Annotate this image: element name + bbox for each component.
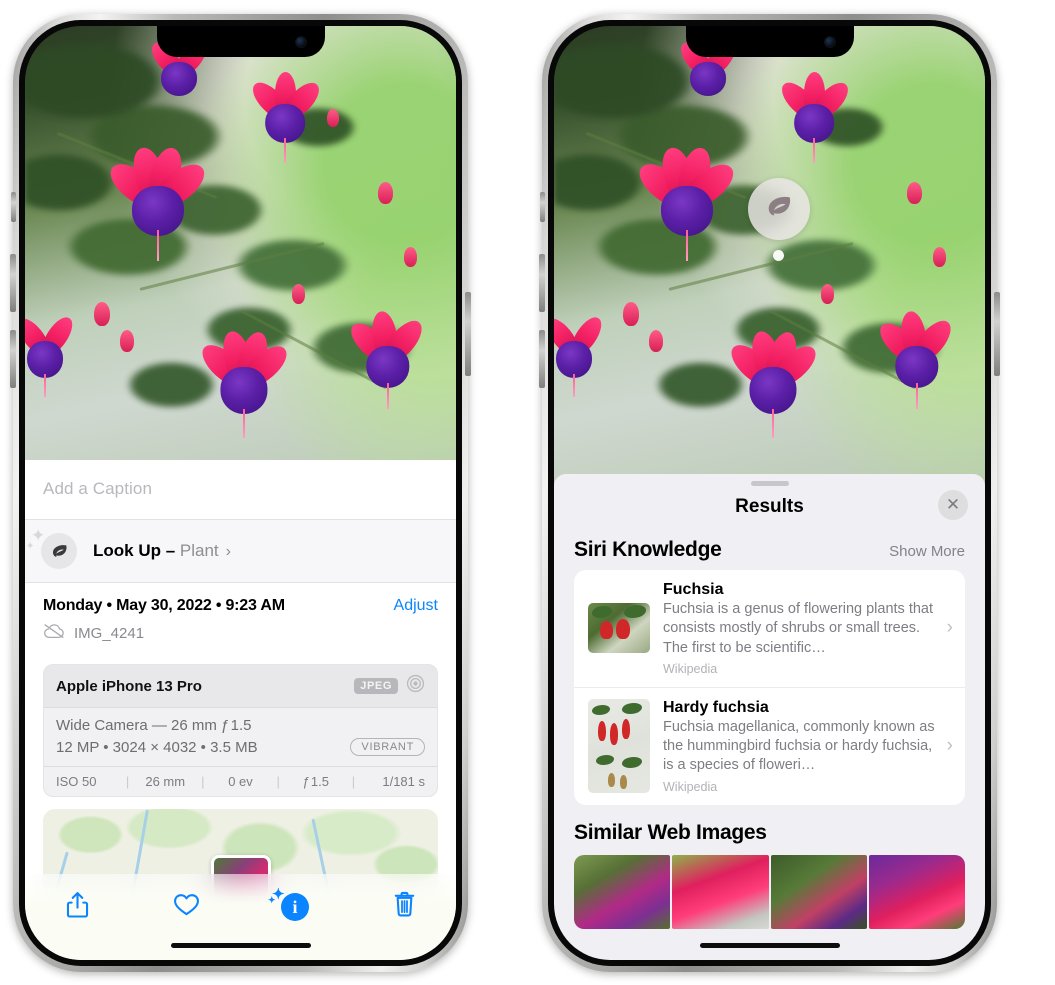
similar-web-images-strip[interactable]	[554, 854, 985, 929]
knowledge-source: Wikipedia	[663, 779, 718, 794]
info-visual-lookup-icon: ✦ ✦ i	[268, 887, 309, 921]
web-image-thumbnail[interactable]	[574, 854, 671, 929]
screen-left: Add a Caption ✦ ✦ Look Up – Plant › Mond…	[25, 26, 456, 960]
cloud-slash-icon	[43, 623, 65, 644]
iphone-left: Add a Caption ✦ ✦ Look Up – Plant › Mond…	[10, 14, 471, 972]
front-camera-icon	[824, 37, 835, 47]
exif-stat-shutter: 1/181 s	[382, 774, 426, 789]
exif-body: Wide Camera — 26 mm ƒ 1.5 12 MP • 3024 ×…	[44, 708, 437, 766]
look-up-label: Look Up – Plant ›	[93, 541, 231, 561]
mute-switch[interactable]	[540, 192, 545, 222]
results-sheet: Results ✕ Siri Knowledge Show More Fuchs…	[554, 474, 985, 960]
favorite-button[interactable]	[164, 888, 208, 926]
screenshot-stage: Add a Caption ✦ ✦ Look Up – Plant › Mond…	[0, 0, 1055, 985]
leaf-icon: ✦ ✦	[26, 527, 77, 569]
front-camera-icon	[295, 37, 306, 47]
web-image-thumbnail[interactable]	[672, 854, 769, 929]
home-indicator[interactable]	[170, 943, 311, 948]
look-up-prefix: Look Up –	[93, 541, 180, 560]
caption-input[interactable]: Add a Caption	[25, 460, 456, 520]
web-image-thumbnail[interactable]	[770, 854, 867, 929]
phone-bezel: Add a Caption ✦ ✦ Look Up – Plant › Mond…	[19, 20, 462, 966]
photographic-style-badge: VIBRANT	[350, 738, 425, 756]
knowledge-thumbnail	[588, 603, 650, 654]
sparkle-small-icon: ✦	[26, 541, 35, 552]
knowledge-thumbnail	[588, 699, 650, 794]
similar-web-images-header: Similar Web Images	[554, 805, 985, 851]
show-more-button[interactable]: Show More	[889, 543, 965, 560]
phone-bezel: Results ✕ Siri Knowledge Show More Fuchs…	[548, 20, 991, 966]
notch	[685, 26, 854, 57]
chevron-right-icon: ›	[946, 735, 953, 757]
delete-button[interactable]	[382, 888, 426, 926]
results-title: Results	[735, 496, 804, 517]
volume-up-button[interactable]	[10, 254, 16, 312]
exif-stat-separator: |	[125, 774, 130, 789]
screen-right: Results ✕ Siri Knowledge Show More Fuchs…	[554, 26, 985, 960]
chevron-right-icon: ›	[225, 543, 231, 560]
exif-card: Apple iPhone 13 Pro JPEG Wide Camera — 2…	[43, 664, 438, 797]
exif-stat-separator: |	[201, 774, 205, 789]
knowledge-title: Hardy fuchsia	[663, 698, 769, 716]
knowledge-title: Fuchsia	[663, 581, 724, 598]
visual-look-up-badge[interactable]	[748, 178, 810, 240]
similar-web-images-title: Similar Web Images	[574, 820, 767, 844]
photo-viewer[interactable]	[554, 26, 985, 486]
info-glyph: i	[292, 896, 298, 917]
knowledge-item-fuchsia[interactable]: Fuchsia Fuchsia is a genus of flowering …	[574, 570, 965, 687]
look-up-row[interactable]: ✦ ✦ Look Up – Plant ›	[25, 520, 456, 582]
aperture-icon	[406, 674, 425, 698]
adjust-button[interactable]: Adjust	[394, 597, 438, 615]
power-button[interactable]	[994, 292, 1000, 376]
photo-date: Monday • May 30, 2022 • 9:23 AM	[43, 597, 285, 614]
exif-stat-separator: |	[276, 774, 280, 789]
format-badge: JPEG	[354, 678, 398, 694]
photo-foliage	[554, 26, 985, 486]
photo-foliage	[25, 26, 456, 486]
share-button[interactable]	[55, 888, 99, 926]
close-button[interactable]: ✕	[938, 490, 968, 520]
sparkle-small-icon: ✦	[268, 895, 276, 905]
info-button[interactable]: ✦ ✦ i	[268, 887, 317, 926]
web-image-thumbnail[interactable]	[868, 854, 965, 929]
exif-stat-separator: |	[351, 774, 356, 789]
exif-stat-aperture: ƒ 1.5	[302, 774, 329, 789]
visual-look-up-anchor-dot	[773, 250, 784, 261]
siri-knowledge-header: Siri Knowledge Show More	[554, 530, 985, 570]
lens-info: Wide Camera — 26 mm ƒ 1.5	[56, 717, 252, 734]
iphone-right: Results ✕ Siri Knowledge Show More Fuchs…	[539, 14, 1000, 972]
notch	[156, 26, 325, 57]
results-header: Results ✕	[554, 486, 985, 530]
heart-icon	[173, 892, 200, 922]
sparkle-icon: ✦	[31, 526, 46, 545]
exif-header: Apple iPhone 13 Pro JPEG	[44, 665, 437, 708]
exif-stat-focal: 26 mm	[145, 774, 186, 789]
photo-viewer[interactable]	[25, 26, 456, 486]
siri-knowledge-title: Siri Knowledge	[574, 538, 722, 561]
exif-stats-row: ISO 50 | 26 mm | 0 ev | ƒ 1.5 | 1/181 s	[44, 766, 437, 796]
home-indicator[interactable]	[699, 943, 840, 948]
look-up-subject: Plant	[179, 541, 219, 560]
leaf-icon	[764, 192, 794, 227]
photo-filename: IMG_4241	[74, 625, 145, 642]
volume-down-button[interactable]	[539, 330, 545, 388]
resolution-info: 12 MP • 3024 × 4032 • 3.5 MB	[56, 738, 258, 756]
chevron-right-icon: ›	[946, 617, 953, 639]
photo-metadata: Monday • May 30, 2022 • 9:23 AM Adjust I…	[25, 582, 456, 652]
knowledge-source: Wikipedia	[663, 661, 718, 676]
trash-icon	[393, 891, 416, 923]
power-button[interactable]	[465, 292, 471, 376]
knowledge-description: Fuchsia is a genus of flowering plants t…	[663, 601, 934, 656]
share-icon	[66, 891, 89, 924]
knowledge-description: Fuchsia magellanica, commonly known as t…	[663, 718, 935, 774]
volume-down-button[interactable]	[10, 330, 16, 388]
exif-stat-exposure: 0 ev	[228, 774, 253, 789]
volume-up-button[interactable]	[539, 254, 545, 312]
camera-device-name: Apple iPhone 13 Pro	[56, 677, 202, 695]
knowledge-item-hardy-fuchsia[interactable]: Hardy fuchsia Fuchsia magellanica, commo…	[574, 686, 965, 805]
mute-switch[interactable]	[11, 192, 16, 222]
exif-stat-iso: ISO 50	[56, 774, 97, 789]
siri-knowledge-card: Fuchsia Fuchsia is a genus of flowering …	[574, 570, 965, 805]
